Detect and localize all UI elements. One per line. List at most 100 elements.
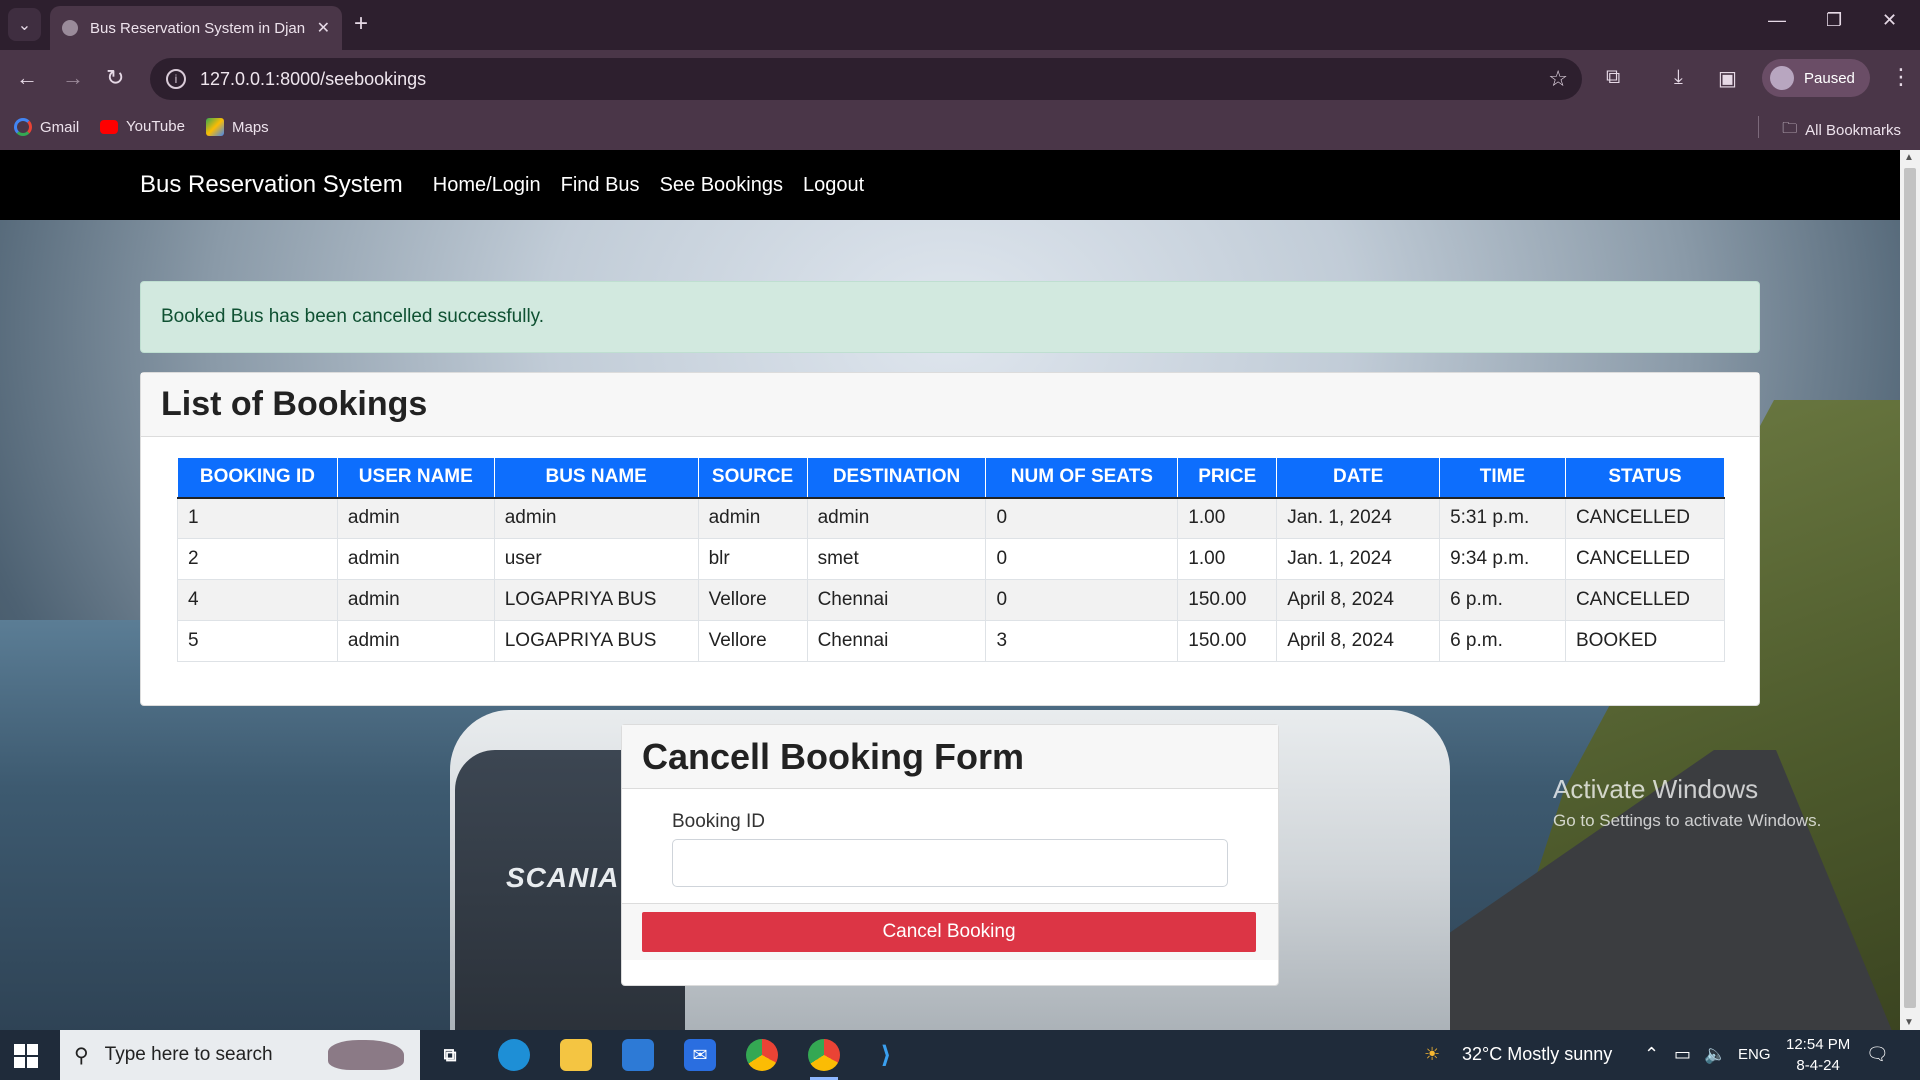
store-icon[interactable]	[622, 1039, 654, 1071]
weather-text[interactable]: 32°C Mostly sunny	[1462, 1044, 1612, 1065]
tray-chevron-icon[interactable]: ⌃	[1644, 1044, 1659, 1065]
booking-id-label: Booking ID	[672, 811, 765, 832]
scroll-down-icon[interactable]: ▼	[1904, 1017, 1914, 1028]
url-text: 127.0.0.1:8000/seebookings	[200, 68, 427, 89]
profile-button[interactable]: Paused	[1762, 59, 1870, 97]
clock-date: 8-4-24	[1796, 1057, 1840, 1074]
divider	[1758, 116, 1760, 138]
nav-link-logout[interactable]: Logout	[803, 174, 864, 197]
taskbar-clock[interactable]: 12:54 PM 8-4-24	[1786, 1034, 1850, 1076]
page-scrollbar[interactable]: ▲ ▼	[1900, 150, 1920, 1030]
edge-icon[interactable]	[498, 1039, 530, 1071]
scrollbar-thumb[interactable]	[1904, 168, 1916, 1008]
nav-link-find-bus[interactable]: Find Bus	[561, 174, 640, 197]
folder-icon: 🗀	[1782, 120, 1798, 137]
cell-source: blr	[697, 538, 808, 580]
window-close-icon[interactable]: ✕	[1882, 10, 1897, 31]
cancel-booking-button[interactable]: Cancel Booking	[642, 912, 1256, 952]
search-icon: ⚲	[74, 1044, 89, 1067]
mail-icon[interactable]: ✉	[684, 1039, 716, 1071]
bookmark-star-icon[interactable]: ☆	[1548, 66, 1568, 92]
avatar	[1770, 66, 1794, 90]
taskbar-search[interactable]: ⚲ Type here to search	[60, 1030, 420, 1080]
cell-status: CANCELLED	[1564, 579, 1726, 621]
bookmark-maps[interactable]: Maps	[206, 118, 269, 136]
forward-icon[interactable]: →	[62, 65, 84, 91]
column-header: SOURCE	[697, 457, 808, 499]
maps-icon	[206, 118, 224, 136]
column-header: DESTINATION	[806, 457, 987, 499]
cell-date: April 8, 2024	[1276, 620, 1441, 662]
side-panel-icon[interactable]: ▣	[1718, 66, 1737, 91]
notifications-icon[interactable]: 🗨	[1866, 1044, 1889, 1065]
cell-bus-name: LOGAPRIYA BUS	[493, 620, 699, 662]
bookmarks-bar: Gmail YouTube Maps 🗀 All Bookmarks	[0, 108, 1920, 150]
scroll-up-icon[interactable]: ▲	[1904, 152, 1914, 163]
cell-destination: Chennai	[806, 620, 987, 662]
download-icon[interactable]: ⤓	[1674, 66, 1683, 89]
weather-icon[interactable]: ☀	[1424, 1044, 1440, 1065]
menu-icon[interactable]: ⋮	[1890, 64, 1912, 90]
back-icon[interactable]: ←	[16, 65, 38, 91]
taskbar-search-placeholder: Type here to search	[104, 1044, 273, 1065]
watermark-title: Activate Windows	[1553, 774, 1759, 804]
bookmark-youtube[interactable]: YouTube	[100, 118, 185, 135]
cell-time: 9:34 p.m.	[1439, 538, 1566, 580]
clock-time: 12:54 PM	[1786, 1036, 1851, 1053]
cell-status: BOOKED	[1564, 620, 1726, 662]
column-header: PRICE	[1177, 457, 1278, 499]
bookmark-label: Maps	[232, 118, 269, 136]
task-view-icon[interactable]: ⧉	[434, 1039, 466, 1071]
cell-bus-name: user	[493, 538, 699, 580]
all-bookmarks[interactable]: 🗀 All Bookmarks	[1758, 116, 1901, 143]
nav-link-see-bookings[interactable]: See Bookings	[660, 174, 783, 197]
cell-status: CANCELLED	[1564, 538, 1726, 580]
cell-num-seats: 3	[985, 620, 1179, 662]
restore-icon[interactable]: ❐	[1826, 10, 1842, 31]
nav-link-home-login[interactable]: Home/Login	[433, 174, 541, 197]
cell-num-seats: 0	[985, 497, 1179, 539]
cell-user-name: admin	[336, 497, 495, 539]
globe-icon	[62, 20, 78, 36]
site-info-icon[interactable]: i	[166, 69, 186, 89]
chrome-icon[interactable]	[746, 1039, 778, 1071]
page-viewport: SCANIA Bus Reservation System Home/Login…	[0, 150, 1900, 1030]
extensions-icon[interactable]: ⧉	[1606, 66, 1620, 89]
chrome-active-icon[interactable]	[808, 1039, 840, 1080]
browser-tab[interactable]: Bus Reservation System in Djan ✕	[50, 6, 342, 50]
new-tab-icon[interactable]: +	[354, 10, 368, 38]
cell-time: 6 p.m.	[1439, 620, 1566, 662]
success-alert: Booked Bus has been cancelled successful…	[140, 281, 1760, 353]
booking-id-input[interactable]	[672, 839, 1228, 887]
column-header: NUM OF SEATS	[985, 457, 1179, 499]
chevron-down-icon: ⌄	[17, 16, 32, 34]
cell-source: Vellore	[697, 620, 808, 662]
tab-search-button[interactable]: ⌄	[8, 8, 41, 41]
bookmark-gmail[interactable]: Gmail	[14, 118, 79, 136]
reload-icon[interactable]: ↻	[106, 65, 124, 91]
cell-price: 1.00	[1177, 497, 1278, 539]
cell-source: Vellore	[697, 579, 808, 621]
language-indicator[interactable]: ENG	[1738, 1046, 1771, 1063]
file-explorer-icon[interactable]	[560, 1039, 592, 1071]
tab-title: Bus Reservation System in Djan	[90, 19, 306, 37]
bookings-table: BOOKING ID USER NAME BUS NAME SOURCE DES…	[177, 457, 1726, 662]
bookmark-label: YouTube	[126, 118, 185, 135]
cell-booking-id: 4	[177, 579, 338, 621]
address-bar[interactable]: i 127.0.0.1:8000/seebookings ☆	[150, 58, 1582, 100]
cell-destination: Chennai	[806, 579, 987, 621]
vscode-icon[interactable]: ⟩	[870, 1039, 902, 1071]
cancel-booking-card: Cancell Booking Form Booking ID Cancel B…	[621, 724, 1279, 986]
windows-start-icon[interactable]	[14, 1044, 38, 1068]
site-brand[interactable]: Bus Reservation System	[140, 171, 403, 199]
watermark-subtitle: Go to Settings to activate Windows.	[1553, 811, 1822, 830]
volume-mute-icon[interactable]: 🔈	[1704, 1044, 1726, 1065]
cell-price: 150.00	[1177, 579, 1278, 621]
battery-icon[interactable]: ▭	[1674, 1044, 1691, 1065]
cell-price: 150.00	[1177, 620, 1278, 662]
bookings-title: List of Bookings	[141, 373, 1759, 437]
cell-user-name: admin	[336, 579, 495, 621]
youtube-icon	[100, 119, 118, 134]
close-icon[interactable]: ✕	[317, 18, 330, 38]
minimize-icon[interactable]: —	[1768, 10, 1786, 31]
